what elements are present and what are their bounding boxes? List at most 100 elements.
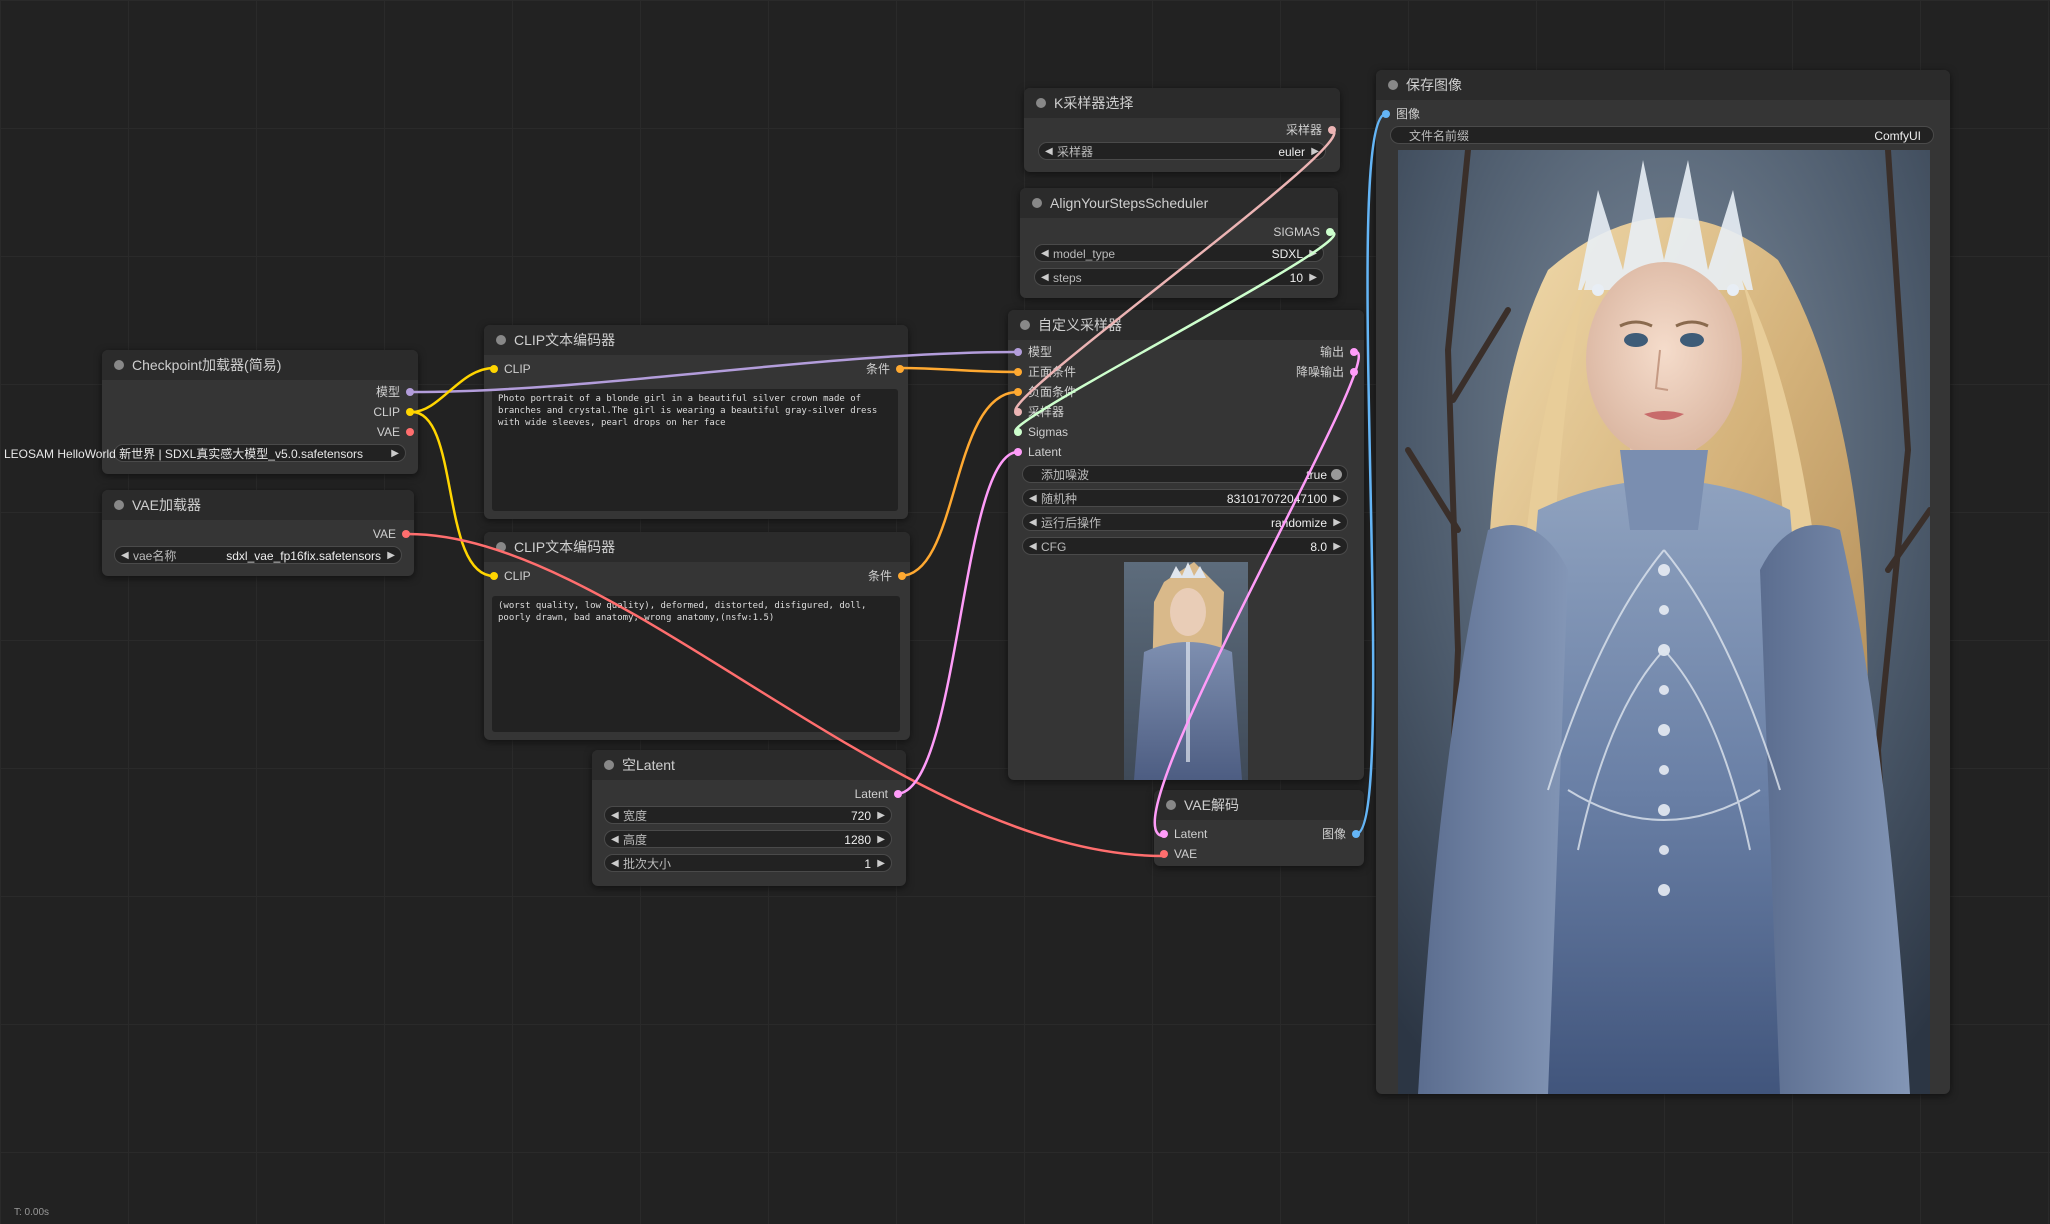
slot-dot-icon[interactable] (1350, 368, 1358, 376)
slot-dot-icon[interactable] (1350, 348, 1358, 356)
output-slot-conditioning[interactable]: 条件 (866, 361, 904, 377)
node-title-bar[interactable]: 保存图像 (1376, 70, 1950, 100)
arrow-left-icon[interactable]: ◀ (1041, 245, 1049, 263)
collapse-dot-icon[interactable] (496, 542, 506, 552)
arrow-right-icon[interactable]: ▶ (877, 831, 885, 849)
input-slot-sigmas[interactable]: Sigmas (1014, 424, 1068, 440)
collapse-dot-icon[interactable] (114, 360, 124, 370)
slot-dot-icon[interactable] (406, 408, 414, 416)
slot-dot-icon[interactable] (1160, 830, 1168, 838)
arrow-left-icon[interactable]: ◀ (611, 855, 619, 873)
arrow-right-icon[interactable]: ▶ (1309, 245, 1317, 263)
output-slot-sampler[interactable]: 采样器 (1286, 122, 1336, 138)
seed-number-widget[interactable]: ◀ 随机种 831017072047100 ▶ (1022, 489, 1348, 507)
arrow-left-icon[interactable]: ◀ (611, 831, 619, 849)
slot-dot-icon[interactable] (1014, 408, 1022, 416)
collapse-dot-icon[interactable] (1032, 198, 1042, 208)
slot-dot-icon[interactable] (402, 530, 410, 538)
collapse-dot-icon[interactable] (1036, 98, 1046, 108)
output-slot-clip[interactable]: CLIP (373, 404, 414, 420)
input-slot-image[interactable]: 图像 (1382, 106, 1420, 122)
node-title-bar[interactable]: Checkpoint加载器(简易) (102, 350, 418, 380)
slot-dot-icon[interactable] (896, 365, 904, 373)
collapse-dot-icon[interactable] (1166, 800, 1176, 810)
arrow-right-icon[interactable]: ▶ (1333, 514, 1341, 532)
vae-loader-node[interactable]: VAE加载器 VAE ◀ vae名称 sdxl_vae_fp16fix.safe… (102, 490, 414, 576)
arrow-right-icon[interactable]: ▶ (1311, 143, 1319, 161)
collapse-dot-icon[interactable] (604, 760, 614, 770)
clip-text-encode-positive-node[interactable]: CLIP文本编码器 CLIP 条件 Photo portrait of a bl… (484, 325, 908, 519)
arrow-left-icon[interactable]: ◀ (1029, 490, 1037, 508)
save-image-node[interactable]: 保存图像 图像 文件名前缀 ComfyUI (1376, 70, 1950, 1094)
arrow-left-icon[interactable]: ◀ (121, 547, 129, 565)
arrow-left-icon[interactable]: ◀ (1041, 269, 1049, 287)
slot-dot-icon[interactable] (898, 572, 906, 580)
input-slot-negative[interactable]: 负面条件 (1014, 384, 1076, 400)
prompt-textarea[interactable]: (worst quality, low quality), deformed, … (492, 596, 900, 732)
node-title-bar[interactable]: 自定义采样器 (1008, 310, 1364, 340)
input-slot-clip[interactable]: CLIP (490, 568, 531, 584)
node-graph-canvas[interactable]: Checkpoint加载器(简易) 模型 CLIP VAE ▶ LEOSAM H… (0, 0, 2050, 1224)
node-title-bar[interactable]: VAE解码 (1154, 790, 1364, 820)
slot-dot-icon[interactable] (1014, 388, 1022, 396)
output-image[interactable] (1398, 150, 1930, 1094)
arrow-right-icon[interactable]: ▶ (1333, 538, 1341, 556)
cfg-number-widget[interactable]: ◀ CFG 8.0 ▶ (1022, 537, 1348, 555)
node-title-bar[interactable]: CLIP文本编码器 (484, 325, 908, 355)
input-slot-model[interactable]: 模型 (1014, 344, 1052, 360)
vae-decode-node[interactable]: VAE解码 Latent VAE 图像 (1154, 790, 1364, 866)
output-slot-image[interactable]: 图像 (1322, 826, 1360, 842)
arrow-right-icon[interactable]: ▶ (1309, 269, 1317, 287)
output-slot-output[interactable]: 输出 (1320, 344, 1358, 360)
vae-name-combo[interactable]: ◀ vae名称 sdxl_vae_fp16fix.safetensors ▶ (114, 546, 402, 564)
output-slot-denoised[interactable]: 降噪输出 (1296, 364, 1358, 380)
arrow-left-icon[interactable]: ◀ (1029, 538, 1037, 556)
custom-sampler-node[interactable]: 自定义采样器 模型 正面条件 负面条件 采样器 Sigmas Latent 输出 (1008, 310, 1364, 780)
arrow-right-icon[interactable]: ▶ (1333, 490, 1341, 508)
slot-dot-icon[interactable] (1014, 428, 1022, 436)
slot-dot-icon[interactable] (406, 428, 414, 436)
align-your-steps-scheduler-node[interactable]: AlignYourStepsScheduler SIGMAS ◀ model_t… (1020, 188, 1338, 298)
slot-dot-icon[interactable] (490, 365, 498, 373)
slot-dot-icon[interactable] (1328, 126, 1336, 134)
slot-dot-icon[interactable] (406, 388, 414, 396)
slot-dot-icon[interactable] (1014, 448, 1022, 456)
batch-size-number-widget[interactable]: ◀ 批次大小 1 ▶ (604, 854, 892, 872)
slot-dot-icon[interactable] (1352, 830, 1360, 838)
arrow-left-icon[interactable]: ◀ (1029, 514, 1037, 532)
collapse-dot-icon[interactable] (1388, 80, 1398, 90)
input-slot-latent[interactable]: Latent (1160, 826, 1207, 842)
steps-number-widget[interactable]: ◀ steps 10 ▶ (1034, 268, 1324, 286)
slot-dot-icon[interactable] (894, 790, 902, 798)
prompt-textarea[interactable]: Photo portrait of a blonde girl in a bea… (492, 389, 898, 511)
empty-latent-node[interactable]: 空Latent Latent ◀ 宽度 720 ▶ ◀ 高度 1280 ▶ ◀ … (592, 750, 906, 886)
input-slot-sampler[interactable]: 采样器 (1014, 404, 1064, 420)
add-noise-toggle[interactable]: 添加噪波 true (1022, 465, 1348, 483)
slot-dot-icon[interactable] (1382, 110, 1390, 118)
width-number-widget[interactable]: ◀ 宽度 720 ▶ (604, 806, 892, 824)
output-slot-model[interactable]: 模型 (376, 384, 414, 400)
arrow-left-icon[interactable]: ◀ (1045, 143, 1053, 161)
input-slot-clip[interactable]: CLIP (490, 361, 531, 377)
toggle-knob-icon[interactable] (1331, 469, 1342, 480)
output-slot-vae[interactable]: VAE (373, 526, 410, 542)
ksampler-select-node[interactable]: K采样器选择 采样器 ◀ 采样器 euler ▶ (1024, 88, 1340, 172)
collapse-dot-icon[interactable] (1020, 320, 1030, 330)
slot-dot-icon[interactable] (1014, 348, 1022, 356)
slot-dot-icon[interactable] (1326, 228, 1334, 236)
node-title-bar[interactable]: AlignYourStepsScheduler (1020, 188, 1338, 218)
input-slot-latent[interactable]: Latent (1014, 444, 1061, 460)
height-number-widget[interactable]: ◀ 高度 1280 ▶ (604, 830, 892, 848)
output-slot-vae[interactable]: VAE (377, 424, 414, 440)
arrow-right-icon[interactable]: ▶ (877, 855, 885, 873)
arrow-right-icon[interactable]: ▶ (877, 807, 885, 825)
clip-text-encode-negative-node[interactable]: CLIP文本编码器 CLIP 条件 (worst quality, low qu… (484, 532, 910, 740)
filename-prefix-text-widget[interactable]: 文件名前缀 ComfyUI (1390, 126, 1934, 144)
control-after-generate-combo[interactable]: ◀ 运行后操作 randomize ▶ (1022, 513, 1348, 531)
arrow-left-icon[interactable]: ◀ (611, 807, 619, 825)
model-type-combo[interactable]: ◀ model_type SDXL ▶ (1034, 244, 1324, 262)
preview-image[interactable] (1124, 562, 1248, 780)
slot-dot-icon[interactable] (490, 572, 498, 580)
output-slot-sigmas[interactable]: SIGMAS (1273, 224, 1334, 240)
output-slot-latent[interactable]: Latent (855, 786, 902, 802)
